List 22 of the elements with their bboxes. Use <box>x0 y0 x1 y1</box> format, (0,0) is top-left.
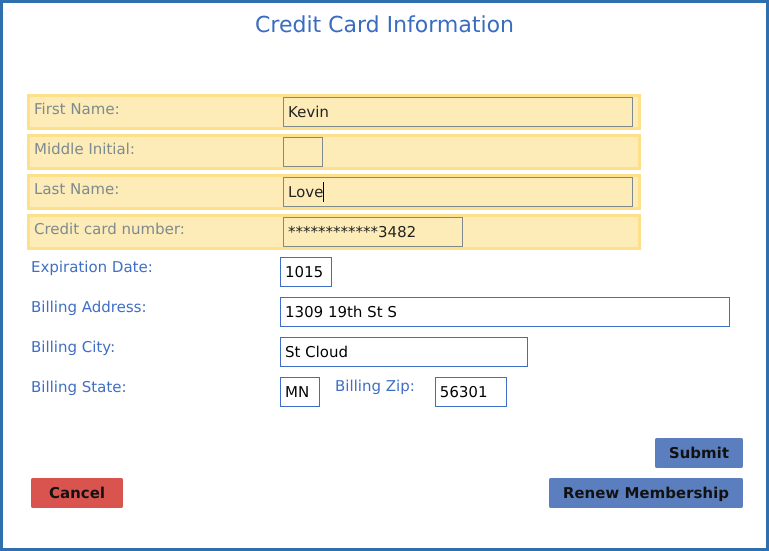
field-label: Last Name: <box>34 179 120 198</box>
field-label: Billing State: <box>31 377 128 396</box>
form-button[interactable]: Submit <box>654 438 743 468</box>
field-label: Billing City: <box>31 337 116 356</box>
input-field[interactable]: ************3482 <box>283 217 463 247</box>
field-label: Billing Zip: <box>335 377 415 395</box>
form-button[interactable]: Cancel <box>31 478 124 508</box>
input-field[interactable] <box>283 137 323 167</box>
input-field[interactable]: MN <box>280 377 320 407</box>
input-field[interactable]: St Cloud <box>280 337 528 367</box>
field-label: Billing Address: <box>31 297 148 316</box>
window-title: Credit Card Information <box>254 13 515 38</box>
field-label: Middle Initial: <box>34 139 136 158</box>
input-field[interactable]: 1309 19th St S <box>280 297 730 327</box>
input-field[interactable]: 1015 <box>280 257 332 287</box>
input-field[interactable]: Kevin <box>283 97 633 127</box>
field-label: Credit card number: <box>34 219 186 238</box>
field-label: First Name: <box>34 99 121 118</box>
input-field[interactable]: Love <box>283 177 633 207</box>
field-label: Expiration Date: <box>31 257 154 276</box>
input-field[interactable]: 56301 <box>434 377 507 407</box>
form-button[interactable]: Renew Membership <box>548 478 743 508</box>
